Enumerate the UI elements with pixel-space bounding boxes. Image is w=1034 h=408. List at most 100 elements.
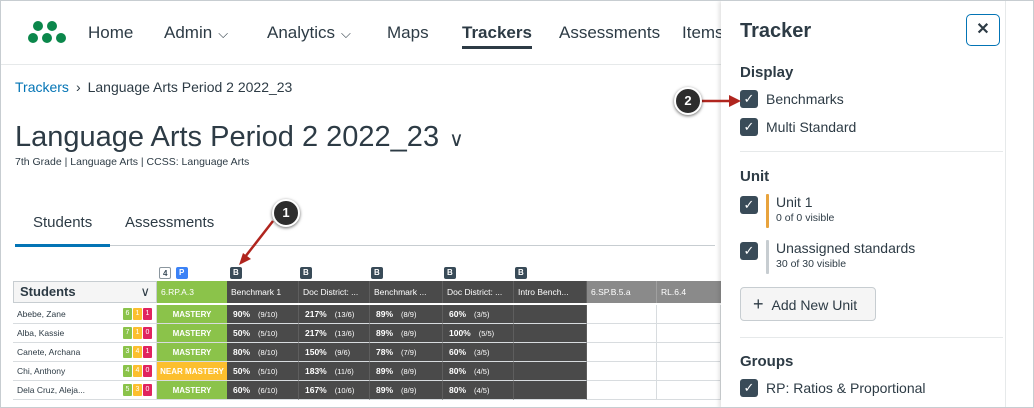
checkbox-benchmarks[interactable]: ✓ Benchmarks [740, 90, 844, 108]
checkbox-unit-1[interactable]: ✓ Unit 1 0 of 0 visible [740, 194, 834, 228]
column-header[interactable]: 6.RP.A.3 [157, 281, 227, 303]
chevron-down-icon: ∨ [449, 129, 464, 151]
score-fraction: (13/6) [334, 329, 355, 338]
column-header[interactable]: 6.SP.B.5.a [587, 281, 657, 303]
nav-admin-label: Admin [164, 23, 213, 42]
empty-cell[interactable] [587, 343, 657, 362]
score-cell[interactable]: 89% (8/9) [370, 305, 443, 324]
empty-cell[interactable] [514, 343, 587, 362]
nav-analytics[interactable]: Analytics ⌵ [267, 23, 351, 43]
empty-cell[interactable] [587, 305, 657, 324]
empty-cell[interactable] [657, 362, 721, 381]
nav-maps[interactable]: Maps [387, 23, 429, 43]
score-cell[interactable]: 89% (8/9) [370, 381, 443, 400]
score-cell[interactable]: 150% (9/6) [299, 343, 370, 362]
page-title[interactable]: Language Arts Period 2 2022_23 ∨ [15, 121, 464, 154]
score-cell[interactable]: 90% (9/10) [227, 305, 299, 324]
score-cell[interactable]: 89% (8/9) [370, 324, 443, 343]
count-chip: 1 [133, 327, 142, 339]
mastery-cell[interactable]: MASTERY [157, 305, 227, 324]
score-fraction: (8/9) [401, 329, 417, 338]
mastery-cell[interactable]: MASTERY [157, 381, 227, 400]
student-name-cell[interactable]: Chi, Anthony 4 4 0 [13, 362, 157, 381]
mastery-cell[interactable]: MASTERY [157, 343, 227, 362]
score-cell[interactable]: 217% (13/6) [299, 305, 370, 324]
table-row: Dela Cruz, Aleja... 5 3 0 MASTERY 60% (6/10) 16… [13, 381, 721, 400]
empty-cell[interactable] [587, 362, 657, 381]
score-percent: 78% [376, 347, 394, 357]
tab-assessments[interactable]: Assessments [125, 214, 214, 231]
column-header[interactable]: Doc District: ... [299, 281, 370, 303]
score-cell[interactable]: 217% (13/6) [299, 324, 370, 343]
score-fraction: (8/9) [401, 310, 417, 319]
score-fraction: (3/5) [474, 348, 490, 357]
logo-icon[interactable] [28, 19, 69, 47]
screenshot-frame: Home Admin ⌵ Analytics ⌵ Maps Trackers Ass… [0, 0, 1034, 408]
column-header[interactable]: Doc District: ... [443, 281, 514, 303]
student-name-cell[interactable]: Alba, Kassie 7 1 0 [13, 324, 157, 343]
nav-home[interactable]: Home [88, 23, 133, 43]
score-cell[interactable]: 100% (5/5) [443, 324, 514, 343]
column-header[interactable]: Intro Bench... [514, 281, 587, 303]
add-new-unit-button[interactable]: + Add New Unit [740, 287, 876, 321]
checkbox-multi-standard[interactable]: ✓ Multi Standard [740, 118, 856, 136]
empty-cell[interactable] [514, 381, 587, 400]
empty-cell[interactable] [514, 305, 587, 324]
score-cell[interactable]: 50% (5/10) [227, 324, 299, 343]
nav-trackers[interactable]: Trackers [462, 23, 532, 49]
empty-cell[interactable] [587, 324, 657, 343]
mastery-cell[interactable]: MASTERY [157, 324, 227, 343]
checkbox-checked-icon[interactable]: ✓ [740, 379, 758, 397]
score-cell[interactable]: 60% (3/5) [443, 305, 514, 324]
benchmark-badge: B [371, 267, 383, 279]
score-fraction: (6/10) [258, 386, 278, 395]
nav-items[interactable]: Items [682, 23, 724, 43]
column-header[interactable]: Benchmark 1 [227, 281, 299, 303]
mastery-counts: 440 [123, 365, 152, 377]
count-chip: 0 [143, 327, 152, 339]
empty-cell[interactable] [514, 324, 587, 343]
checkbox-unassigned-standards[interactable]: ✓ Unassigned standards 30 of 30 visible [740, 240, 915, 274]
score-cell[interactable]: 80% (4/5) [443, 381, 514, 400]
empty-cell[interactable] [657, 343, 721, 362]
score-cell[interactable]: 60% (3/5) [443, 343, 514, 362]
empty-cell[interactable] [514, 362, 587, 381]
checkbox-checked-icon[interactable]: ✓ [740, 118, 758, 136]
breadcrumb-trackers-link[interactable]: Trackers [15, 79, 69, 95]
score-cell[interactable]: 80% (8/10) [227, 343, 299, 362]
checkbox-group-rp[interactable]: ✓ RP: Ratios & Proportional [740, 379, 926, 397]
tray-title: Tracker [740, 20, 812, 42]
student-name-cell[interactable]: Canete, Archana 3 4 1 [13, 343, 157, 362]
column-header[interactable]: RL.6.4 [657, 281, 721, 303]
score-fraction: (8/10) [258, 348, 278, 357]
score-cell[interactable]: 80% (4/5) [443, 362, 514, 381]
empty-cell[interactable] [657, 381, 721, 400]
score-cell[interactable]: 183% (11/6) [299, 362, 370, 381]
close-button[interactable]: ✕ [966, 14, 1000, 46]
empty-cell[interactable] [587, 381, 657, 400]
nav-admin[interactable]: Admin ⌵ [164, 23, 228, 43]
count-chip: 5 [123, 384, 132, 396]
student-name-cell[interactable]: Dela Cruz, Aleja... 5 3 0 [13, 381, 157, 400]
nav-assessments[interactable]: Assessments [559, 23, 660, 43]
tracker-grid: 4 P B B B B B Students ∨ 6.RP.A.3 Benchm… [13, 263, 721, 407]
score-cell[interactable]: 50% (5/10) [227, 362, 299, 381]
score-cell[interactable]: 78% (7/9) [370, 343, 443, 362]
score-cell[interactable]: 167% (10/6) [299, 381, 370, 400]
checkbox-checked-icon[interactable]: ✓ [740, 242, 758, 260]
tab-bar: Students Assessments [15, 204, 715, 247]
score-cell[interactable]: 60% (6/10) [227, 381, 299, 400]
score-percent: 89% [376, 366, 394, 376]
empty-cell[interactable] [657, 305, 721, 324]
mastery-cell[interactable]: NEAR MASTERY [157, 362, 227, 381]
count-chip: 6 [123, 308, 132, 320]
student-name-cell[interactable]: Abebe, Zane 6 1 1 [13, 305, 157, 324]
checkbox-checked-icon[interactable]: ✓ [740, 196, 758, 214]
empty-cell[interactable] [657, 324, 721, 343]
tab-students[interactable]: Students [15, 214, 111, 247]
callout-arrow-2 [701, 95, 741, 107]
column-header[interactable]: Benchmark ... [370, 281, 443, 303]
plus-icon: + [753, 294, 764, 314]
score-cell[interactable]: 89% (8/9) [370, 362, 443, 381]
groups-heading: Groups [740, 353, 794, 370]
